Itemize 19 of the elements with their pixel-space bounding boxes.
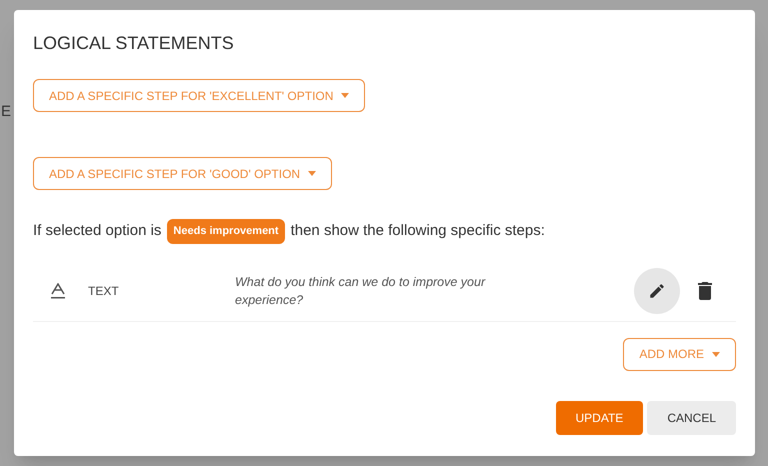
caret-icon bbox=[712, 352, 720, 356]
step-type: TEXT bbox=[88, 283, 120, 300]
caret-icon bbox=[341, 93, 350, 98]
edit-icon bbox=[648, 282, 666, 300]
option-dropdown-button[interactable]: ADD A SPECIFIC STEP FOR 'GOOD' OPTION bbox=[33, 157, 332, 190]
dialog-title: LOGICAL STATEMENTS bbox=[33, 32, 234, 55]
edit-button[interactable] bbox=[634, 268, 680, 314]
cancel-button[interactable]: CANCEL bbox=[647, 400, 736, 434]
option-badge: Needs improvement bbox=[167, 219, 285, 244]
caret-icon bbox=[308, 171, 316, 176]
background-text: E bbox=[1, 102, 12, 122]
step-content: What do you think can we do to improve your experience? bbox=[235, 274, 486, 309]
add-more-button[interactable]: ADD MORE bbox=[623, 338, 736, 370]
text-format-icon bbox=[51, 283, 65, 299]
condition-text: then show the following specific steps: bbox=[290, 221, 545, 241]
update-button[interactable]: UPDATE bbox=[556, 400, 644, 434]
option-dropdown-button[interactable]: ADD A SPECIFIC STEP FOR 'EXCELLENT' OPTION bbox=[33, 79, 366, 112]
trash-icon bbox=[697, 282, 713, 300]
condition-text: If selected option is bbox=[33, 221, 162, 241]
